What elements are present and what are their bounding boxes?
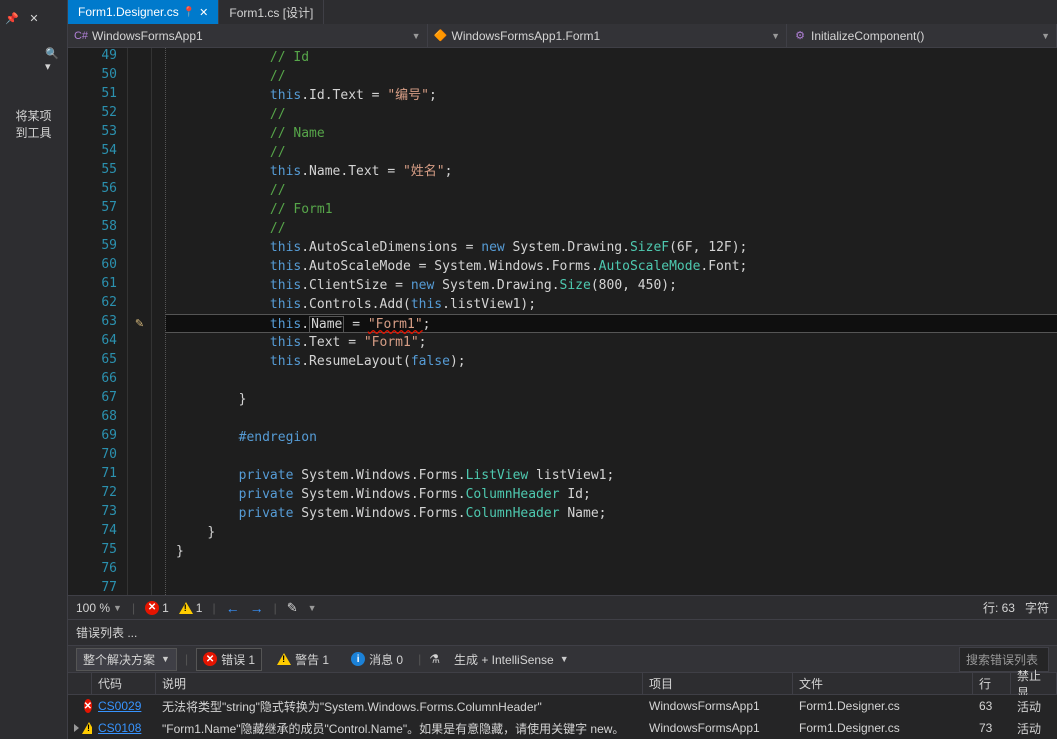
error-desc: "Form1.Name"隐藏继承的成员"Control.Name"。如果是有意隐… xyxy=(156,717,643,739)
chevron-down-icon: ▼ xyxy=(771,31,780,41)
errorlist-title[interactable]: 错误列表 ... xyxy=(68,619,1057,645)
col-line[interactable]: 行 xyxy=(973,673,1011,694)
namespace-dropdown[interactable]: C# WindowsFormsApp1 ▼ xyxy=(68,24,428,47)
glyph-margin: ✎ xyxy=(128,48,152,595)
line-numbers: 4950515253545556575859606162636465666768… xyxy=(68,48,128,595)
class-label: WindowsFormsApp1.Form1 xyxy=(452,29,601,43)
col-proj[interactable]: 项目 xyxy=(643,673,793,694)
class-dropdown[interactable]: 🔶 WindowsFormsApp1.Form1 ▼ xyxy=(428,24,788,47)
filter-warnings[interactable]: 警告 1 xyxy=(270,648,336,671)
sidebar-hint-2: 到工具 xyxy=(2,125,65,142)
filter-messages[interactable]: i 消息 0 xyxy=(344,648,410,671)
expand-icon[interactable] xyxy=(74,724,79,732)
errorlist-row[interactable]: ✕ CS0029 无法将类型"string"隐式转换为"System.Windows… xyxy=(68,695,1057,717)
error-code-link[interactable]: CS0108 xyxy=(98,721,141,735)
editor-status-bar: 100 % ▼ | ✕ 1 1 | ← → | ✎ ▼ 行: 63 字符 xyxy=(68,595,1057,619)
filter-icon[interactable]: ⚗ xyxy=(429,652,440,666)
zoom-dropdown[interactable]: 100 % ▼ xyxy=(76,601,122,615)
code-editor[interactable]: 4950515253545556575859606162636465666768… xyxy=(68,48,1057,595)
left-sidebar: 📌 ✕ 🔍▾ 将某项 到工具 xyxy=(0,0,68,739)
chevron-down-icon: ▼ xyxy=(308,603,317,613)
error-line: 63 xyxy=(973,695,1011,717)
chevron-down-icon: ▼ xyxy=(412,31,421,41)
code-area[interactable]: // Id // this.Id.Text = "编号"; // // Name… xyxy=(166,48,1057,595)
context-bar: C# WindowsFormsApp1 ▼ 🔶 WindowsFormsApp1… xyxy=(68,24,1057,48)
warning-count: 1 xyxy=(196,601,203,615)
error-state: 活动 xyxy=(1011,717,1057,739)
tab-form1-designer[interactable]: Form1.Designer.cs 📍 ✕ xyxy=(68,0,219,24)
errorlist-toolbar: 整个解决方案 ▼ | ✕ 错误 1 警告 1 i 消息 0 | ⚗ 生成 + I… xyxy=(68,645,1057,673)
cursor-line: 行: 63 xyxy=(983,599,1015,616)
chevron-down-icon: ▼ xyxy=(113,603,122,613)
filter-messages-label: 消息 0 xyxy=(369,651,403,668)
tab-label: Form1.cs [设计] xyxy=(229,4,313,21)
namespace-label: WindowsFormsApp1 xyxy=(92,29,203,43)
error-desc: 无法将类型"string"隐式转换为"System.Windows.Forms.… xyxy=(156,695,643,717)
col-state[interactable]: 禁止显 xyxy=(1011,673,1057,694)
close-icon[interactable]: ✕ xyxy=(199,6,208,19)
method-dropdown[interactable]: ⚙ InitializeComponent() ▼ xyxy=(787,24,1057,47)
build-mode-label: 生成 + IntelliSense xyxy=(454,651,554,668)
error-line: 73 xyxy=(973,717,1011,739)
error-state: 活动 xyxy=(1011,695,1057,717)
error-project: WindowsFormsApp1 xyxy=(643,695,793,717)
sidebar-hint-1: 将某项 xyxy=(2,108,65,125)
errorlist-row[interactable]: CS0108 "Form1.Name"隐藏继承的成员"Control.Name"。… xyxy=(68,717,1057,739)
nav-next-button[interactable]: → xyxy=(250,600,264,616)
error-icon: ✕ xyxy=(145,601,159,615)
brush-icon[interactable]: ✎ xyxy=(287,600,298,616)
warning-icon xyxy=(82,722,92,734)
scope-label: 整个解决方案 xyxy=(83,651,155,668)
close-icon[interactable]: ✕ xyxy=(26,10,42,26)
zoom-value: 100 % xyxy=(76,601,110,615)
scope-dropdown[interactable]: 整个解决方案 ▼ xyxy=(76,648,177,671)
filter-warnings-label: 警告 1 xyxy=(295,651,329,668)
nav-prev-button[interactable]: ← xyxy=(226,600,240,616)
pin-icon[interactable]: 📌 xyxy=(4,10,20,26)
status-warnings[interactable]: 1 xyxy=(179,601,203,615)
error-code-link[interactable]: CS0029 xyxy=(98,699,141,713)
tab-form1-design[interactable]: Form1.cs [设计] xyxy=(219,0,324,24)
search-icon[interactable]: 🔍▾ xyxy=(45,52,61,68)
build-mode-dropdown[interactable]: 生成 + IntelliSense ▼ xyxy=(448,649,575,670)
info-icon: i xyxy=(351,652,365,666)
warning-icon xyxy=(277,653,291,665)
filter-errors[interactable]: ✕ 错误 1 xyxy=(196,648,262,671)
col-file[interactable]: 文件 xyxy=(793,673,973,694)
csharp-icon: C# xyxy=(74,29,88,43)
error-icon: ✕ xyxy=(203,652,217,666)
class-icon: 🔶 xyxy=(434,29,448,43)
error-file: Form1.Designer.cs xyxy=(793,695,973,717)
chevron-down-icon: ▼ xyxy=(161,654,170,664)
error-file: Form1.Designer.cs xyxy=(793,717,973,739)
error-project: WindowsFormsApp1 xyxy=(643,717,793,739)
chevron-down-icon: ▼ xyxy=(560,654,569,664)
chevron-down-icon: ▼ xyxy=(1041,31,1050,41)
pin-icon[interactable]: 📍 xyxy=(183,7,195,18)
editor-tabs: Form1.Designer.cs 📍 ✕ Form1.cs [设计] xyxy=(68,0,1057,24)
warning-icon xyxy=(179,602,193,614)
errorlist-columns: 代码 说明 项目 文件 行 禁止显 xyxy=(68,673,1057,695)
tab-label: Form1.Designer.cs xyxy=(78,5,179,19)
outline-column xyxy=(152,48,166,595)
errorlist-body: ✕ CS0029 无法将类型"string"隐式转换为"System.Windows… xyxy=(68,695,1057,739)
col-desc[interactable]: 说明 xyxy=(156,673,643,694)
tag-icon[interactable]: ✎ xyxy=(135,317,144,330)
status-errors[interactable]: ✕ 1 xyxy=(145,601,169,615)
error-icon: ✕ xyxy=(84,699,92,713)
method-icon: ⚙ xyxy=(793,29,807,43)
filter-errors-label: 错误 1 xyxy=(221,651,255,668)
col-code[interactable]: 代码 xyxy=(92,673,156,694)
error-count: 1 xyxy=(162,601,169,615)
cursor-char-label: 字符 xyxy=(1025,599,1049,616)
method-label: InitializeComponent() xyxy=(811,29,924,43)
